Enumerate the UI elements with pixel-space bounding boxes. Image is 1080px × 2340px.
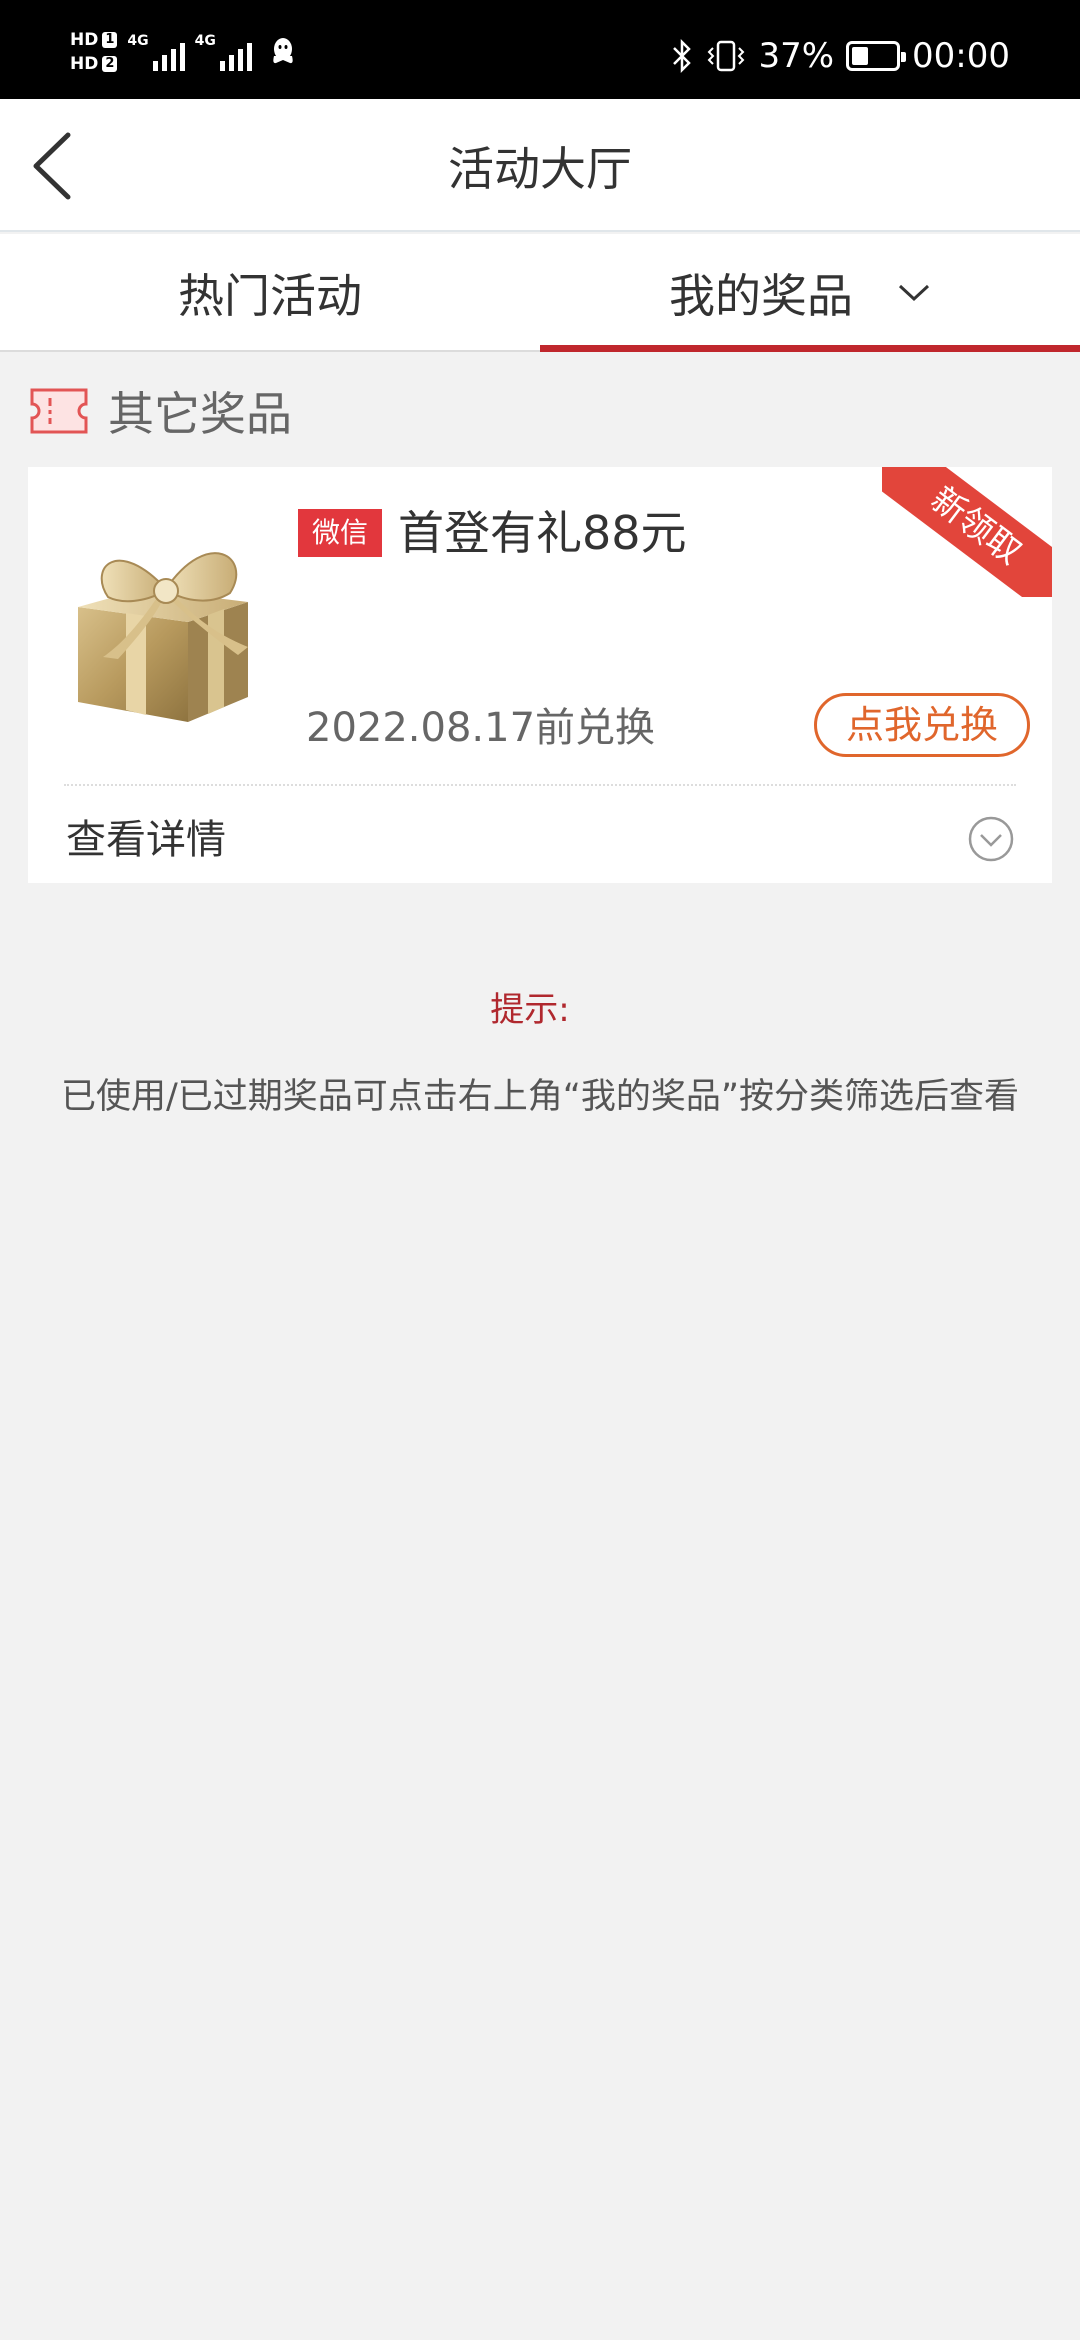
gift-box-image bbox=[78, 552, 248, 722]
signal-bar bbox=[161, 55, 167, 71]
signal-bar bbox=[170, 49, 176, 71]
signal-bar bbox=[219, 61, 225, 71]
signal-bar bbox=[246, 43, 252, 71]
tab-bar: 热门活动 我的奖品 bbox=[0, 234, 1080, 352]
redeem-button[interactable]: 点我兑换 bbox=[814, 693, 1030, 757]
card-divider bbox=[64, 784, 1016, 786]
vibrate-icon bbox=[708, 40, 745, 72]
ticket-icon bbox=[30, 388, 88, 434]
expiry-date: 2022.08.17前兑换 bbox=[306, 705, 656, 751]
page-title: 活动大厅 bbox=[448, 142, 632, 196]
battery-percent: 37% bbox=[758, 36, 835, 76]
network-type-2: 4G bbox=[194, 33, 216, 49]
hd1-label: HD bbox=[70, 30, 99, 50]
section-header: 其它奖品 bbox=[28, 378, 292, 444]
hd2-label: HD bbox=[70, 54, 99, 74]
section-title: 其它奖品 bbox=[108, 387, 292, 441]
network-type-1: 4G bbox=[127, 33, 149, 49]
hd1-indicator: HD 1 bbox=[70, 30, 118, 50]
status-bar: HD 1 HD 2 4G 4G 37% 00:00 bbox=[0, 0, 1080, 99]
battery-fill bbox=[852, 47, 868, 65]
channel-tag: 微信 bbox=[298, 509, 382, 557]
battery-icon bbox=[846, 41, 907, 71]
expand-circle-icon[interactable] bbox=[968, 816, 1014, 862]
bluetooth-icon bbox=[673, 38, 692, 74]
tab-label: 热门活动 bbox=[178, 269, 362, 323]
qq-icon bbox=[273, 38, 293, 64]
signal-bar bbox=[228, 55, 234, 71]
chevron-down-icon[interactable] bbox=[897, 283, 931, 303]
signal-bar bbox=[237, 49, 243, 71]
ribbon-label: 新领取 bbox=[882, 467, 1052, 597]
new-ribbon: 新领取 bbox=[882, 467, 1052, 597]
tab-label: 我的奖品 bbox=[669, 269, 853, 323]
tab-my-prizes[interactable]: 我的奖品 bbox=[540, 234, 1080, 352]
signal-bar bbox=[179, 43, 185, 71]
clock: 00:00 bbox=[912, 36, 1010, 76]
signal-icon-1: 4G bbox=[127, 33, 185, 71]
prize-title: 首登有礼88元 bbox=[398, 506, 687, 560]
active-tab-indicator bbox=[540, 345, 1080, 352]
tab-hot-activities[interactable]: 热门活动 bbox=[0, 234, 540, 352]
view-details-link[interactable]: 查看详情 bbox=[66, 807, 226, 865]
signal-icon-2: 4G bbox=[195, 33, 252, 71]
signal-bar bbox=[152, 61, 158, 71]
hd2-num: 2 bbox=[102, 56, 118, 72]
hd1-num: 1 bbox=[102, 32, 118, 48]
status-left: HD 1 HD 2 4G 4G bbox=[70, 30, 296, 74]
status-right: 37% 00:00 bbox=[670, 36, 1010, 76]
hd2-indicator: HD 2 bbox=[70, 54, 118, 74]
app-header: 活动大厅 bbox=[0, 99, 1080, 232]
prize-card: 微信 首登有礼88元 新领取 2022.08.17前兑换 点我兑换 查看详情 bbox=[28, 467, 1052, 883]
tip-text: 已使用/已过期奖品可点击右上角“我的奖品”按分类筛选后查看 bbox=[60, 1077, 1020, 1117]
hd-indicators: HD 1 HD 2 bbox=[70, 30, 118, 74]
tip-title: 提示: bbox=[490, 990, 570, 1030]
